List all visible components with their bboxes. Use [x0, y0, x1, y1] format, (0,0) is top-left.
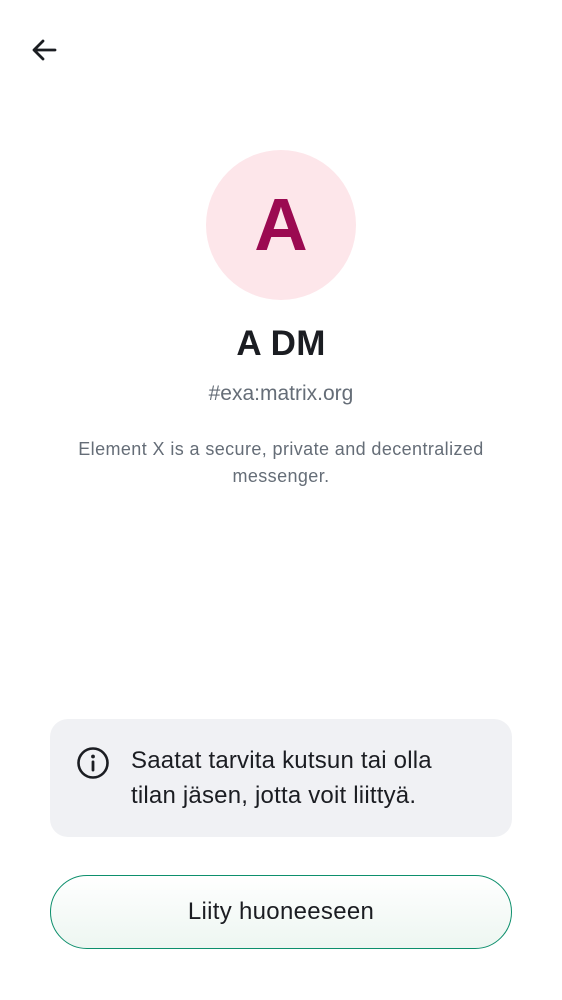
join-notice-text: Saatat tarvita kutsun tai olla tilan jäs… — [131, 747, 432, 809]
join-room-label: Liity huoneeseen — [187, 898, 375, 925]
room-avatar: A — [206, 150, 356, 300]
avatar-initial: A — [254, 183, 308, 266]
info-icon — [77, 747, 109, 779]
back-button[interactable] — [22, 28, 66, 72]
arrow-left-icon — [32, 39, 57, 61]
join-notice-card: Saatat tarvita kutsun tai olla tilan jäs… — [50, 719, 512, 837]
room-description: Element X is a secure, private and decen… — [78, 439, 484, 486]
room-alias: #exa:matrix.org — [208, 382, 354, 405]
room-name: A DM — [236, 324, 326, 363]
join-room-button[interactable]: Liity huoneeseen — [50, 875, 512, 949]
